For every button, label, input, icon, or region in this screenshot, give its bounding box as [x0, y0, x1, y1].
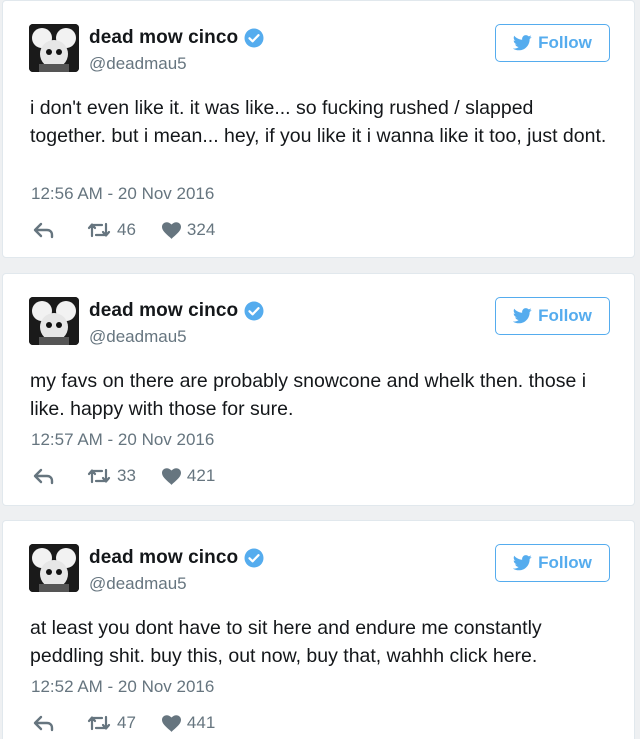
like-button[interactable]: 441: [161, 713, 216, 733]
display-name[interactable]: dead mow cinco: [89, 27, 238, 49]
heart-icon: [161, 221, 181, 239]
twitter-bird-icon: [513, 35, 532, 51]
retweet-count: 46: [117, 220, 136, 239]
retweet-count: 33: [117, 466, 136, 485]
verified-badge-icon: [244, 28, 264, 48]
tweet-card: dead mow cinco @deadmau5 Follow i don't …: [2, 0, 635, 258]
follow-label: Follow: [538, 306, 592, 325]
reply-button[interactable]: [33, 467, 61, 485]
user-handle[interactable]: @deadmau5: [89, 54, 187, 74]
retweet-count: 47: [117, 713, 136, 732]
reply-button[interactable]: [33, 221, 61, 239]
follow-button[interactable]: Follow: [495, 24, 610, 62]
retweet-icon: [87, 222, 111, 238]
reply-icon: [33, 715, 54, 732]
retweet-button[interactable]: 47: [87, 713, 136, 733]
avatar[interactable]: [29, 544, 79, 592]
like-count: 421: [186, 466, 216, 485]
display-name[interactable]: dead mow cinco: [89, 547, 238, 569]
follow-label: Follow: [538, 553, 592, 572]
tweet-timestamp[interactable]: 12:52 AM - 20 Nov 2016: [31, 677, 214, 697]
tweet-timestamp[interactable]: 12:56 AM - 20 Nov 2016: [31, 184, 214, 204]
avatar[interactable]: [29, 297, 79, 345]
follow-label: Follow: [538, 33, 592, 52]
follow-button[interactable]: Follow: [495, 297, 610, 335]
verified-badge-icon: [244, 548, 264, 568]
like-count: 441: [186, 713, 216, 732]
tweet-text: at least you dont have to sit here and e…: [30, 617, 542, 667]
avatar[interactable]: [29, 24, 79, 72]
tweet-timestamp[interactable]: 12:57 AM - 20 Nov 2016: [31, 430, 214, 450]
retweet-icon: [87, 715, 111, 731]
like-button[interactable]: 421: [161, 466, 216, 486]
tweet-text: i don't even like it. it was like... so …: [30, 97, 607, 147]
follow-button[interactable]: Follow: [495, 544, 610, 582]
user-handle[interactable]: @deadmau5: [89, 327, 187, 347]
reply-icon: [33, 468, 54, 485]
retweet-button[interactable]: 33: [87, 466, 136, 486]
like-count: 324: [186, 220, 216, 239]
tweet-text: my favs on there are probably snowcone a…: [30, 370, 587, 420]
display-name[interactable]: dead mow cinco: [89, 300, 238, 322]
like-button[interactable]: 324: [161, 220, 216, 240]
tweet-card: dead mow cinco @deadmau5 Follow my favs …: [2, 273, 635, 506]
twitter-bird-icon: [513, 308, 532, 324]
heart-icon: [161, 467, 181, 485]
heart-icon: [161, 714, 181, 732]
retweet-button[interactable]: 46: [87, 220, 136, 240]
reply-button[interactable]: [33, 714, 61, 732]
tweet-card: dead mow cinco @deadmau5 Follow at least…: [2, 520, 635, 739]
retweet-icon: [87, 468, 111, 484]
reply-icon: [33, 222, 54, 239]
verified-badge-icon: [244, 301, 264, 321]
user-handle[interactable]: @deadmau5: [89, 574, 187, 594]
twitter-bird-icon: [513, 555, 532, 571]
